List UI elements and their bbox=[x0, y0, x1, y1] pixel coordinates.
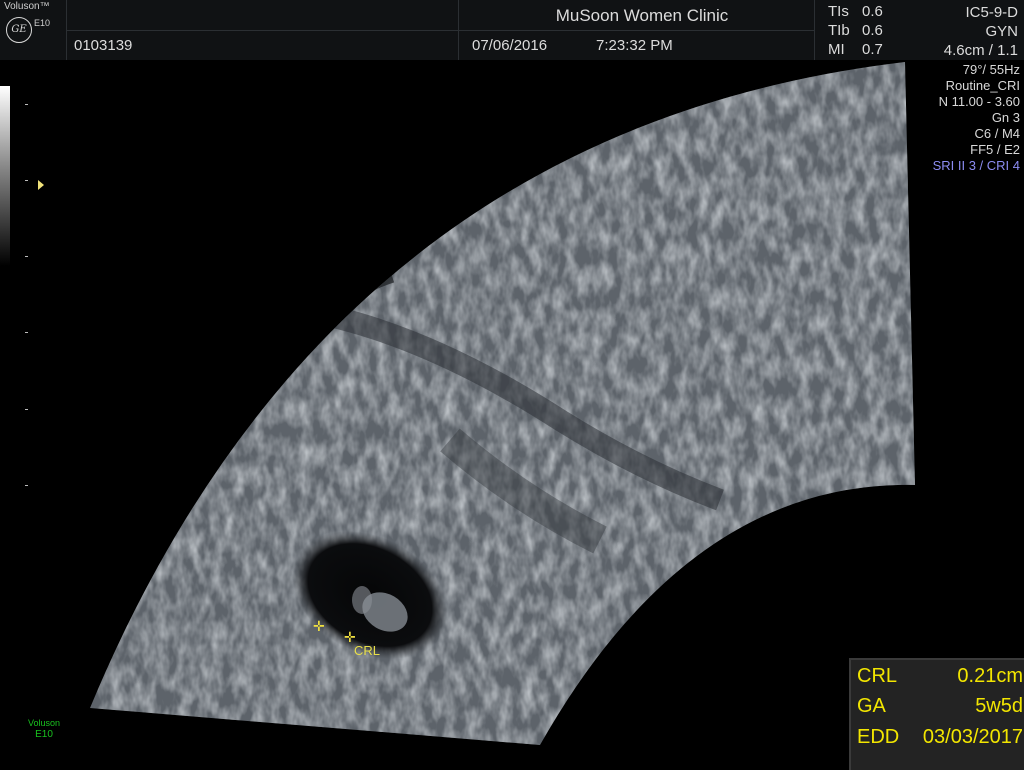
acquisition-parameters: 79°/ 55Hz Routine_CRI N 11.00 - 3.60 Gn … bbox=[933, 62, 1020, 174]
footer-model: E10 bbox=[35, 729, 53, 740]
brand-name: Voluson™ bbox=[4, 1, 50, 12]
index-value: 0.6 bbox=[862, 22, 883, 39]
depth-tick bbox=[25, 180, 28, 181]
param-filter: FF5 / E2 bbox=[970, 142, 1020, 157]
probe-name: IC5-9-D bbox=[965, 4, 1018, 21]
depth-info: 4.6cm / 1.1 bbox=[943, 42, 1018, 59]
measurement-value: 0.21cm bbox=[957, 665, 1023, 687]
measurement-results: CRL 0.21cm GA 5w5d EDD 03/03/2017 bbox=[849, 658, 1024, 770]
focus-marker-icon[interactable] bbox=[38, 180, 44, 190]
param-frame-rate: 79°/ 55Hz bbox=[962, 62, 1020, 77]
ultrasound-image bbox=[90, 62, 915, 745]
depth-tick bbox=[25, 485, 28, 486]
param-gain: Gn 3 bbox=[991, 110, 1020, 125]
param-sri: SRI II 3 / CRI 4 bbox=[932, 158, 1020, 173]
probe-info: IC5-9-D GYN 4.6cm / 1.1 bbox=[944, 3, 1018, 60]
patient-id: 0103139 bbox=[74, 37, 133, 54]
depth-tick bbox=[25, 332, 28, 333]
index-label: MI bbox=[828, 41, 845, 58]
greyscale-bar bbox=[0, 86, 10, 266]
measurement-label: GA bbox=[857, 695, 886, 717]
header-divider bbox=[814, 0, 815, 60]
ge-logo-icon: GE bbox=[6, 17, 32, 43]
index-label: TIs bbox=[828, 3, 849, 20]
index-value: 0.7 bbox=[862, 41, 883, 58]
application: GYN bbox=[985, 23, 1018, 40]
depth-tick bbox=[25, 256, 28, 257]
measurement-value: 5w5d bbox=[975, 695, 1023, 717]
header-bar: Voluson™ GE E10 0103139 MuSoon Women Cli… bbox=[0, 0, 1024, 60]
exam-date: 07/06/2016 bbox=[472, 37, 548, 54]
footer-brand: Voluson bbox=[28, 718, 61, 728]
depth-tick bbox=[25, 409, 28, 410]
caliper-cross-icon[interactable]: ✛ bbox=[344, 630, 356, 644]
param-map: C6 / M4 bbox=[974, 126, 1020, 141]
exam-time: 7:23:32 PM bbox=[596, 37, 673, 54]
logo-area: Voluson™ GE E10 bbox=[0, 0, 66, 60]
index-label: TIb bbox=[828, 22, 850, 39]
model-name: E10 bbox=[34, 18, 51, 28]
voluson-footer-logo: Voluson E10 bbox=[28, 718, 60, 740]
caliper-cross-icon[interactable]: ✛ bbox=[313, 619, 325, 633]
param-frequency: N 11.00 - 3.60 bbox=[938, 94, 1020, 109]
measurement-label: CRL bbox=[857, 665, 898, 687]
header-divider bbox=[66, 30, 814, 31]
index-value: 0.6 bbox=[862, 3, 883, 20]
measurement-label: EDD bbox=[857, 726, 900, 748]
param-preset: Routine_CRI bbox=[945, 78, 1020, 93]
depth-tick bbox=[25, 104, 28, 105]
measurement-value: 03/03/2017 bbox=[922, 726, 1023, 748]
crl-annotation: CRL bbox=[354, 643, 381, 658]
clinic-name: MuSoon Women Clinic bbox=[555, 6, 729, 25]
